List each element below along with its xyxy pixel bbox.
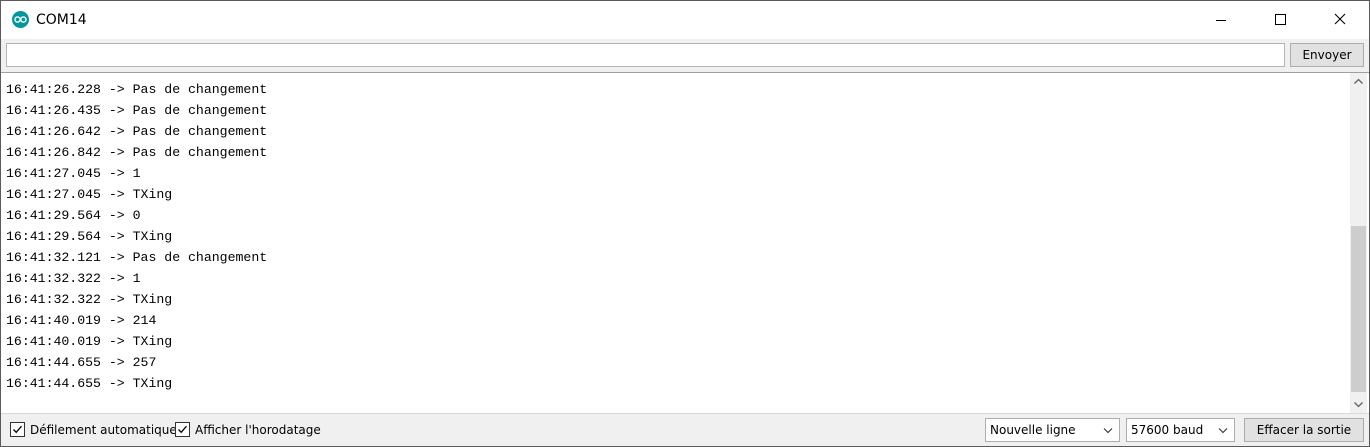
output-line: 16:41:29.564 -> 0: [6, 208, 141, 223]
output-line: 16:41:29.564 -> TXing: [6, 229, 173, 244]
timestamp-checkbox[interactable]: [175, 422, 190, 437]
send-row: Envoyer: [1, 39, 1369, 72]
output-lines: 16:41:26.228 -> Pas de changement 16:41:2…: [6, 79, 1346, 394]
checkmark-icon: [178, 425, 187, 434]
output-line: 16:41:27.045 -> 1: [6, 166, 141, 181]
checkmark-icon: [13, 425, 22, 434]
output-line: 16:41:27.045 -> TXing: [6, 187, 173, 202]
scroll-up-button[interactable]: [1350, 73, 1367, 90]
output-line: 16:41:40.019 -> TXing: [6, 334, 173, 349]
clear-output-button[interactable]: Effacer la sortie: [1244, 418, 1364, 442]
output-line: 16:41:26.435 -> Pas de changement: [6, 103, 268, 118]
timestamp-label[interactable]: Afficher l'horodatage: [195, 423, 321, 437]
output-line: 16:41:32.322 -> TXing: [6, 292, 173, 307]
output-line: 16:41:26.228 -> Pas de changement: [6, 82, 268, 97]
maximize-icon: [1275, 14, 1286, 25]
close-icon: [1334, 13, 1346, 25]
line-ending-select[interactable]: Nouvelle ligne: [985, 418, 1120, 442]
autoscroll-checkbox[interactable]: [10, 422, 25, 437]
autoscroll-label[interactable]: Défilement automatique: [30, 423, 177, 437]
scroll-thumb[interactable]: [1351, 226, 1366, 392]
bottom-toolbar: Défilement automatique Afficher l'horoda…: [1, 413, 1369, 446]
output-line: 16:41:44.655 -> 257: [6, 355, 157, 370]
chevron-up-icon: [1354, 78, 1363, 84]
baud-rate-select[interactable]: 57600 baud: [1126, 418, 1235, 442]
serial-monitor-window: COM14 Envoyer 16:41:26.228 -> Pas de cha…: [0, 0, 1370, 447]
minimize-button[interactable]: [1198, 1, 1244, 39]
baud-rate-value: 57600 baud: [1131, 423, 1204, 437]
send-button[interactable]: Envoyer: [1290, 43, 1364, 67]
serial-output[interactable]: 16:41:26.228 -> Pas de changement 16:41:2…: [1, 72, 1369, 413]
close-button[interactable]: [1317, 1, 1363, 39]
scroll-down-button[interactable]: [1350, 396, 1367, 413]
title-bar: COM14: [1, 1, 1369, 39]
output-line: 16:41:26.842 -> Pas de changement: [6, 145, 268, 160]
arduino-icon: [12, 11, 29, 28]
line-ending-value: Nouvelle ligne: [990, 423, 1076, 437]
maximize-button[interactable]: [1257, 1, 1303, 39]
output-line: 16:41:44.655 -> TXing: [6, 376, 173, 391]
chevron-down-icon: [1218, 428, 1228, 434]
send-input[interactable]: [6, 43, 1285, 67]
minimize-icon: [1216, 20, 1226, 21]
chevron-down-icon: [1103, 428, 1113, 434]
output-line: 16:41:40.019 -> 214: [6, 313, 157, 328]
window-title: COM14: [36, 12, 87, 28]
vertical-scrollbar[interactable]: [1350, 73, 1367, 413]
chevron-down-icon: [1354, 402, 1363, 408]
output-line: 16:41:32.322 -> 1: [6, 271, 141, 286]
output-line: 16:41:32.121 -> Pas de changement: [6, 250, 268, 265]
output-line: 16:41:26.642 -> Pas de changement: [6, 124, 268, 139]
